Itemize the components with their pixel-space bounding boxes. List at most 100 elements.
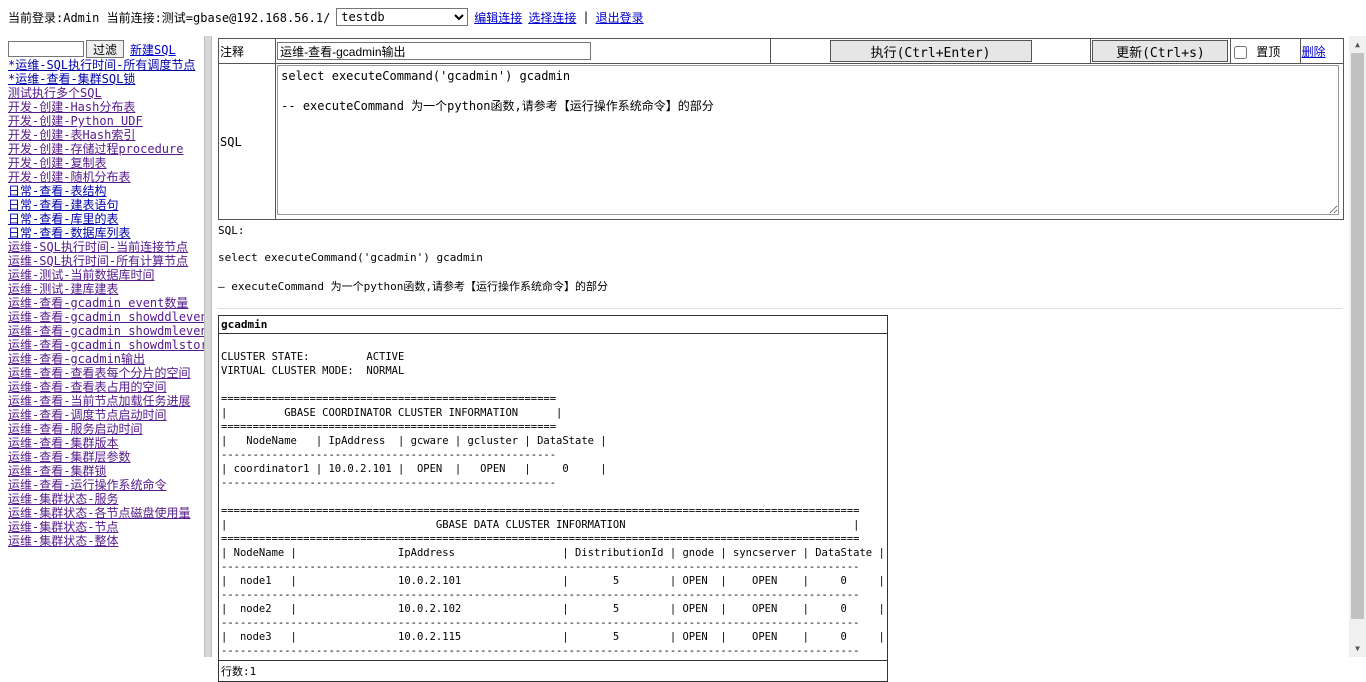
script-list-item: 运维-查看-gcadmin输出 xyxy=(8,352,204,366)
scroll-down-icon[interactable]: ▼ xyxy=(1349,640,1366,657)
comment-cell xyxy=(275,38,772,64)
script-list-item: 运维-查看-gcadmin showdmlevent xyxy=(8,324,204,338)
script-link[interactable]: 运维-集群状态-节点 xyxy=(8,520,118,534)
script-link[interactable]: 开发-创建-Hash分布表 xyxy=(8,100,135,114)
script-link[interactable]: 运维-查看-运行操作系统命令 xyxy=(8,478,166,492)
execute-cell: 执行(Ctrl+Enter) xyxy=(770,38,1091,64)
pin-checkbox[interactable] xyxy=(1234,45,1247,59)
script-list-item: 运维-集群状态-整体 xyxy=(8,534,204,548)
execute-button[interactable]: 执行(Ctrl+Enter) xyxy=(829,40,1032,62)
editor-form: 注释 执行(Ctrl+Enter) 更新(Ctrl+s) 置顶 删除 SQL s… xyxy=(217,38,1345,220)
script-link[interactable]: 运维-查看-gcadmin输出 xyxy=(8,352,145,366)
script-list-item: 运维-SQL执行时间-当前连接节点 xyxy=(8,240,204,254)
script-link[interactable]: 运维-查看-查看表占用的空间 xyxy=(8,380,166,394)
script-link[interactable]: 运维-查看-gcadmin showddlevent xyxy=(8,310,204,324)
script-list-item: 运维-查看-gcadmin event数量 xyxy=(8,296,204,310)
preview-line-2: — executeCommand 为一个python函数,请参考【运行操作系统命… xyxy=(218,280,608,293)
script-list-item: 运维-查看-集群锁 xyxy=(8,464,204,478)
separator: | xyxy=(582,10,590,24)
script-link[interactable]: 运维-查看-gcadmin showdmlevent xyxy=(8,324,204,338)
script-link[interactable]: 运维-查看-当前节点加载任务进展 xyxy=(8,394,190,408)
script-list-item: 运维-集群状态-节点 xyxy=(8,520,204,534)
script-link[interactable]: 运维-查看-集群锁 xyxy=(8,464,106,478)
script-list-item: 运维-查看-当前节点加载任务进展 xyxy=(8,394,204,408)
script-link[interactable]: 日常-查看-库里的表 xyxy=(8,212,118,226)
script-link[interactable]: 运维-集群状态-整体 xyxy=(8,534,118,548)
result-column-header: gcadmin xyxy=(218,315,888,334)
logout-link[interactable]: 退出登录 xyxy=(596,9,644,26)
script-list-item: 开发-创建-表Hash索引 xyxy=(8,128,204,142)
script-list-item: 运维-查看-查看表每个分片的空间 xyxy=(8,366,204,380)
update-button[interactable]: 更新(Ctrl+s) xyxy=(1092,40,1229,62)
select-connection-link[interactable]: 选择连接 xyxy=(528,9,576,26)
script-list-item: 运维-SQL执行时间-所有计算节点 xyxy=(8,254,204,268)
pin-label: 置顶 xyxy=(1256,44,1281,59)
script-link[interactable]: 日常-查看-数据库列表 xyxy=(8,226,130,240)
script-link[interactable]: 日常-查看-表结构 xyxy=(8,184,106,198)
script-link[interactable]: 运维-测试-建库建表 xyxy=(8,282,118,296)
script-link[interactable]: 运维-测试-当前数据库时间 xyxy=(8,268,154,282)
script-list-item: 开发-创建-Hash分布表 xyxy=(8,100,204,114)
script-list-item: 运维-查看-服务启动时间 xyxy=(8,422,204,436)
script-list: *运维-SQL执行时间-所有调度节点 *运维-查看-集群SQL锁 测试执行多个SQL… xyxy=(8,58,204,548)
script-list-item: 日常-查看-库里的表 xyxy=(8,212,204,226)
script-link[interactable]: 开发-创建-复制表 xyxy=(8,156,106,170)
script-link[interactable]: 运维-查看-集群层参数 xyxy=(8,450,130,464)
edit-connection-link[interactable]: 编辑连接 xyxy=(474,9,522,26)
filter-button[interactable]: 过滤 xyxy=(86,40,125,58)
sidebar: 过滤 新建SQL *运维-SQL执行时间-所有调度节点 *运维-查看-集群SQL锁… xyxy=(8,40,204,548)
result-cell: CLUSTER STATE: ACTIVE VIRTUAL CLUSTER MO… xyxy=(219,334,888,661)
script-list-item: 运维-查看-gcadmin showddlevent xyxy=(8,310,204,324)
scroll-thumb[interactable] xyxy=(1351,53,1364,619)
sql-label: SQL xyxy=(217,63,277,220)
script-list-item: 运维-查看-查看表占用的空间 xyxy=(8,380,204,394)
filter-row: 过滤 新建SQL xyxy=(8,40,204,58)
script-link[interactable]: 运维-查看-gcadmin event数量 xyxy=(8,296,188,310)
vertical-scrollbar[interactable]: ▲ ▼ xyxy=(1349,36,1366,657)
script-list-item: *运维-SQL执行时间-所有调度节点 xyxy=(8,58,204,72)
script-link[interactable]: 运维-查看-调度节点启动时间 xyxy=(8,408,166,422)
script-link[interactable]: 运维-查看-gcadmin showdmlstorage xyxy=(8,338,204,352)
comment-input[interactable] xyxy=(277,42,592,60)
script-link[interactable]: *运维-SQL执行时间-所有调度节点 xyxy=(8,58,195,72)
script-list-item: 测试执行多个SQL xyxy=(8,86,204,100)
script-link[interactable]: 开发-创建-表Hash索引 xyxy=(8,128,135,142)
script-list-item: 运维-集群状态-各节点磁盘使用量 xyxy=(8,506,204,520)
script-list-item: 日常-查看-建表语句 xyxy=(8,198,204,212)
script-list-item: 运维-测试-建库建表 xyxy=(8,282,204,296)
script-link[interactable]: 运维-查看-查看表每个分片的空间 xyxy=(8,366,190,380)
script-list-item: 运维-查看-gcadmin showdmlstorage xyxy=(8,338,204,352)
script-link[interactable]: 运维-SQL执行时间-当前连接节点 xyxy=(8,240,188,254)
database-select[interactable]: testdb xyxy=(336,8,469,26)
script-link[interactable]: 运维-查看-集群版本 xyxy=(8,436,118,450)
new-sql-link[interactable]: 新建SQL xyxy=(130,41,176,58)
script-list-item: 日常-查看-数据库列表 xyxy=(8,226,204,240)
divider xyxy=(218,308,1342,309)
pane-splitter[interactable] xyxy=(204,36,212,657)
gcadmin-output: CLUSTER STATE: ACTIVE VIRTUAL CLUSTER MO… xyxy=(221,351,885,657)
delete-cell: 删除 xyxy=(1299,38,1345,64)
script-link[interactable]: 测试执行多个SQL xyxy=(8,86,102,100)
sql-preview: SQL: select executeCommand('gcadmin') gc… xyxy=(218,224,1344,294)
filter-input[interactable] xyxy=(8,41,84,57)
script-list-item: *运维-查看-集群SQL锁 xyxy=(8,72,204,86)
sql-editor[interactable]: select executeCommand('gcadmin') gcadmin… xyxy=(277,65,1340,215)
sql-cell: select executeCommand('gcadmin') gcadmin… xyxy=(275,63,1344,220)
script-link[interactable]: 运维-SQL执行时间-所有计算节点 xyxy=(8,254,188,268)
script-link[interactable]: 运维-集群状态-服务 xyxy=(8,492,118,506)
script-link[interactable]: *运维-查看-集群SQL锁 xyxy=(8,72,135,86)
script-link[interactable]: 运维-集群状态-各节点磁盘使用量 xyxy=(8,506,190,520)
script-link[interactable]: 日常-查看-建表语句 xyxy=(8,198,118,212)
script-link[interactable]: 开发-创建-存储过程procedure xyxy=(8,142,183,156)
script-link[interactable]: 运维-查看-服务启动时间 xyxy=(8,422,142,436)
scroll-up-icon[interactable]: ▲ xyxy=(1349,36,1366,53)
script-list-item: 运维-集群状态-服务 xyxy=(8,492,204,506)
delete-link[interactable]: 删除 xyxy=(1302,45,1326,59)
script-link[interactable]: 开发-创建-随机分布表 xyxy=(8,170,130,184)
result-table: gcadmin CLUSTER STATE: ACTIVE VIRTUAL CL… xyxy=(218,315,888,682)
script-list-item: 运维-测试-当前数据库时间 xyxy=(8,268,204,282)
script-list-item: 日常-查看-表结构 xyxy=(8,184,204,198)
comment-label: 注释 xyxy=(217,38,277,64)
script-link[interactable]: 开发-创建-Python UDF xyxy=(8,114,143,128)
script-list-item: 运维-查看-调度节点启动时间 xyxy=(8,408,204,422)
